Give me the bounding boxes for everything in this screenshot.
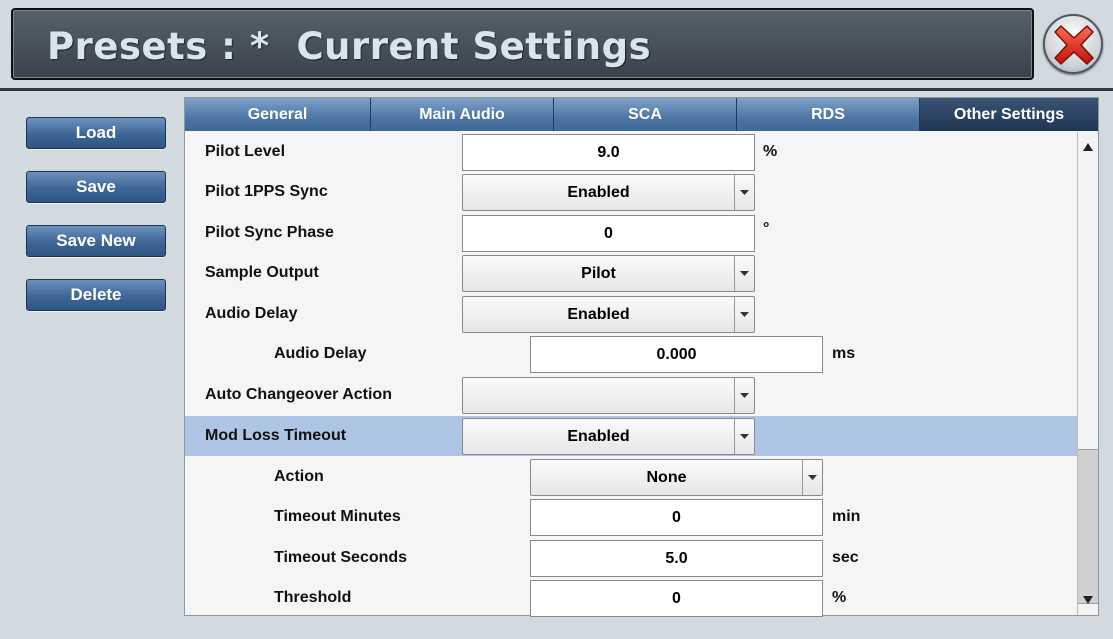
dropdown-value: Enabled <box>567 427 630 445</box>
close-x-icon <box>1054 25 1094 65</box>
page-title: Presets : * Current Settings <box>47 24 652 68</box>
tab-bar: General Main Audio SCA RDS Other Setting… <box>185 98 1098 131</box>
settings-row-timeout-seconds: Timeout Seconds 5.0 sec <box>185 538 1077 578</box>
settings-row-auto-changeover-action: Auto Changeover Action <box>185 375 1077 415</box>
threshold-input[interactable]: 0 <box>530 580 823 617</box>
settings-row-audio-delay: Audio Delay Enabled <box>185 294 1077 334</box>
row-label: Auto Changeover Action <box>205 386 392 403</box>
pilot-1pps-sync-dropdown[interactable]: Enabled <box>462 174 755 211</box>
title-bar: Presets : * Current Settings <box>11 8 1034 80</box>
action-dropdown[interactable]: None <box>530 459 823 496</box>
scroll-thumb[interactable] <box>1078 449 1098 604</box>
dropdown-value: Enabled <box>567 183 630 201</box>
unit-label: sec <box>832 549 859 566</box>
vertical-scrollbar[interactable] <box>1077 132 1098 615</box>
tab-rds[interactable]: RDS <box>737 98 920 131</box>
row-label: Audio Delay <box>205 305 298 322</box>
dropdown-value <box>463 378 734 413</box>
settings-row-timeout-minutes: Timeout Minutes 0 min <box>185 497 1077 537</box>
settings-panel: General Main Audio SCA RDS Other Setting… <box>184 97 1099 618</box>
chevron-down-icon <box>734 256 754 291</box>
scroll-track[interactable] <box>1078 159 1098 488</box>
settings-row-pilot-1pps-sync: Pilot 1PPS Sync Enabled <box>185 172 1077 212</box>
unit-label: ° <box>763 220 770 237</box>
tab-sca[interactable]: SCA <box>554 98 737 131</box>
save-new-button[interactable]: Save New <box>26 225 166 257</box>
dropdown-value: Enabled <box>567 305 630 323</box>
settings-row-pilot-level: Pilot Level 9.0 % <box>185 132 1077 172</box>
pilot-level-input[interactable]: 9.0 <box>462 134 755 171</box>
auto-changeover-action-dropdown[interactable] <box>462 377 755 414</box>
load-button[interactable]: Load <box>26 117 166 149</box>
delete-button[interactable]: Delete <box>26 279 166 311</box>
row-label: Timeout Seconds <box>274 549 408 566</box>
mod-loss-timeout-dropdown[interactable]: Enabled <box>462 418 755 455</box>
tab-other-settings[interactable]: Other Settings <box>920 98 1098 131</box>
save-button[interactable]: Save <box>26 171 166 203</box>
row-label: Timeout Minutes <box>274 508 401 525</box>
row-label: Action <box>274 468 324 485</box>
row-label: Audio Delay <box>274 345 367 362</box>
sample-output-dropdown[interactable]: Pilot <box>462 255 755 292</box>
timeout-seconds-input[interactable]: 5.0 <box>530 540 823 577</box>
row-label: Pilot Level <box>205 143 286 160</box>
dropdown-value: None <box>646 468 687 486</box>
settings-row-sample-output: Sample Output Pilot <box>185 253 1077 293</box>
row-label: Mod Loss Timeout <box>205 427 347 444</box>
timeout-minutes-input[interactable]: 0 <box>530 499 823 536</box>
unit-label: % <box>763 143 778 160</box>
settings-row-threshold: Threshold 0 % <box>185 578 1077 618</box>
pilot-sync-phase-input[interactable]: 0 <box>462 215 755 252</box>
settings-row-action: Action None <box>185 457 1077 497</box>
audio-delay-input[interactable]: 0.000 <box>530 336 823 373</box>
audio-delay-dropdown[interactable]: Enabled <box>462 296 755 333</box>
chevron-down-icon <box>734 297 754 332</box>
tab-general[interactable]: General <box>185 98 371 131</box>
row-label: Sample Output <box>205 264 319 281</box>
close-button[interactable] <box>1043 14 1103 74</box>
tab-main-audio[interactable]: Main Audio <box>371 98 554 131</box>
chevron-down-icon <box>734 378 754 413</box>
settings-row-pilot-sync-phase: Pilot Sync Phase 0 ° <box>185 213 1077 253</box>
settings-row-mod-loss-timeout: Mod Loss Timeout Enabled <box>185 416 1077 456</box>
unit-label: % <box>832 589 847 606</box>
chevron-down-icon <box>802 460 822 495</box>
chevron-down-icon <box>734 419 754 454</box>
header: Presets : * Current Settings <box>0 0 1113 88</box>
unit-label: min <box>832 508 861 525</box>
row-label: Pilot 1PPS Sync <box>205 183 328 200</box>
row-label: Threshold <box>274 589 352 606</box>
header-divider <box>0 88 1113 91</box>
chevron-down-icon <box>734 175 754 210</box>
scroll-down-arrow-icon[interactable] <box>1078 589 1098 611</box>
settings-row-audio-delay-value: Audio Delay 0.000 ms <box>185 334 1077 374</box>
unit-label: ms <box>832 345 856 362</box>
dropdown-value: Pilot <box>581 264 616 282</box>
scroll-up-arrow-icon[interactable] <box>1078 136 1098 158</box>
row-label: Pilot Sync Phase <box>205 224 334 241</box>
